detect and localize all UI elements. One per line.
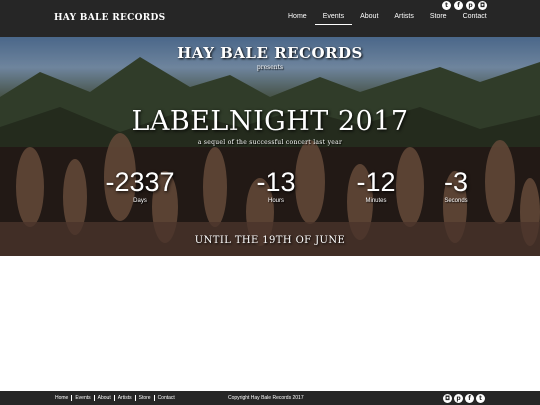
footer-nav-store[interactable]: Store [134,395,154,401]
countdown-minutes: -12 Minutes [340,167,412,204]
nav-artists[interactable]: Artists [386,12,421,25]
countdown-seconds-label: Seconds [444,198,468,204]
countdown-days-value: -2337 [105,167,175,197]
instagram-icon[interactable]: ◘ [478,1,487,10]
pinterest-icon[interactable]: p [466,1,475,10]
countdown-hours-label: Hours [267,198,284,204]
twitter-icon[interactable]: t [442,1,451,10]
hero-brand-title: HAY BALE RECORDS [177,44,363,62]
footer-nav: Home Events About Artists Store Contact [55,395,178,401]
main-nav: Home Events About Artists Store Contact [280,12,495,25]
copyright-text: Copyright Hay Bale Records 2017 [228,395,304,401]
countdown-days: -2337 Days [96,167,184,204]
header-social-links: t f p ◘ [442,1,487,10]
footer-bar: Home Events About Artists Store Contact … [0,391,540,405]
countdown-seconds: -3 Seconds [428,167,484,204]
site-logo[interactable]: HAY BALE RECORDS [54,13,165,23]
footer-nav-about[interactable]: About [93,395,114,401]
countdown-hours: -13 Hours [240,167,312,204]
nav-events[interactable]: Events [314,12,353,25]
nav-home[interactable]: Home [280,12,315,25]
countdown-days-label: Days [133,198,147,204]
countdown-minutes-value: -12 [356,167,396,197]
event-title: LABELNIGHT 2017 [131,106,409,137]
event-subtitle: a sequel of the successful concert last … [197,139,343,146]
top-navbar: HAY BALE RECORDS t f p ◘ Home Events Abo… [0,0,540,37]
footer-nav-artists[interactable]: Artists [113,395,135,401]
countdown-seconds-value: -3 [443,167,468,197]
footer-nav-home[interactable]: Home [55,395,71,401]
hero-banner: HAY BALE RECORDS presents LABELNIGHT 201… [0,37,540,256]
footer-social-links: ◘ p f t [443,394,485,403]
facebook-icon[interactable]: f [454,1,463,10]
countdown-minutes-label: Minutes [365,198,387,204]
twitter-icon[interactable]: t [476,394,485,403]
instagram-icon[interactable]: ◘ [443,394,452,403]
facebook-icon[interactable]: f [465,394,474,403]
until-date-text: UNTIL THE 19TH OF JUNE [194,235,346,246]
presents-text: presents [256,64,284,71]
footer-nav-events[interactable]: Events [71,395,93,401]
pinterest-icon[interactable]: p [454,394,463,403]
footer-nav-contact[interactable]: Contact [153,395,178,401]
nav-store[interactable]: Store [422,12,455,25]
nav-contact[interactable]: Contact [455,12,495,25]
countdown-hours-value: -13 [256,167,296,197]
nav-about[interactable]: About [352,12,386,25]
